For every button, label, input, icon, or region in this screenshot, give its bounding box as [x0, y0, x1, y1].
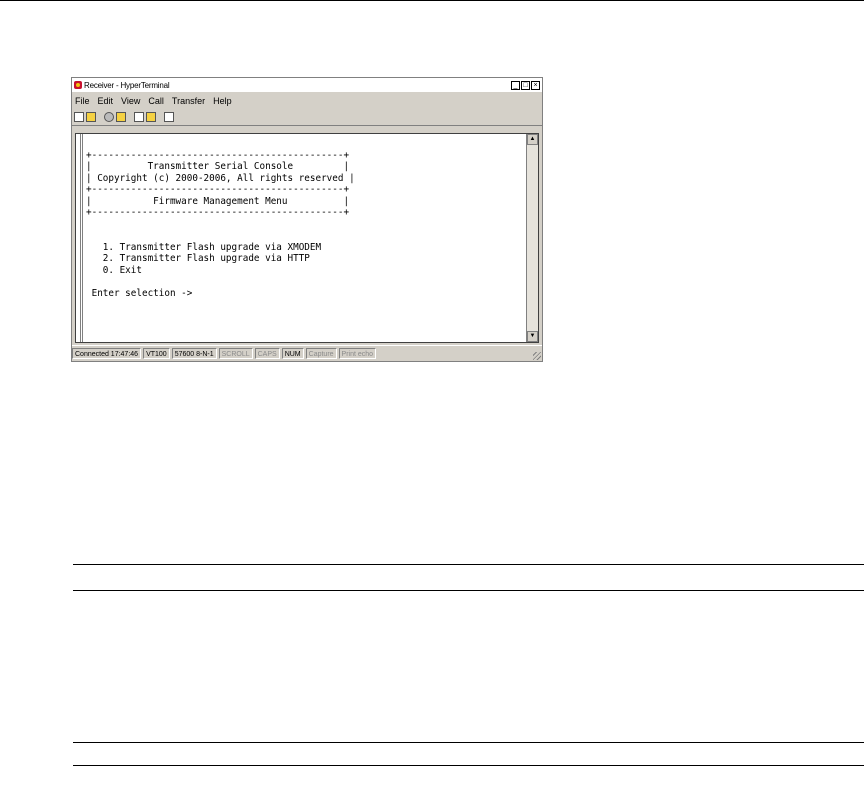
- terminal-pane[interactable]: +---------------------------------------…: [75, 133, 539, 343]
- divider-rule: [73, 564, 864, 565]
- resize-grip-icon[interactable]: [533, 352, 541, 360]
- toolbar: [72, 109, 542, 126]
- status-print-echo: Print echo: [338, 348, 377, 359]
- maximize-button[interactable]: □: [521, 80, 530, 90]
- terminal-line: +---------------------------------------…: [86, 149, 350, 161]
- divider-rule: [73, 742, 864, 743]
- page-top-rule: [0, 0, 864, 1]
- terminal-line: ​: [86, 219, 524, 231]
- status-emulation: VT100: [143, 348, 170, 359]
- status-num: NUM: [281, 348, 304, 359]
- menu-view[interactable]: View: [117, 96, 144, 106]
- menu-transfer[interactable]: Transfer: [168, 96, 209, 106]
- terminal-line: +---------------------------------------…: [86, 207, 350, 218]
- vertical-scrollbar[interactable]: ▲ ▼: [526, 134, 538, 342]
- properties-icon[interactable]: [164, 112, 174, 122]
- disconnect-icon[interactable]: [104, 112, 114, 122]
- scroll-down-arrow-icon[interactable]: ▼: [527, 331, 538, 342]
- status-scroll: SCROLL: [218, 348, 253, 359]
- menu-file[interactable]: File: [72, 96, 94, 106]
- divider-rule: [73, 765, 864, 766]
- terminal-line: 2. Transmitter Flash upgrade via HTTP: [86, 253, 310, 264]
- send-icon[interactable]: [134, 112, 144, 122]
- menu-help[interactable]: Help: [209, 96, 236, 106]
- status-bar: Connected 17:47:46 VT100 57600 8-N-1 SCR…: [72, 345, 542, 361]
- status-connected: Connected 17:47:46: [72, 348, 142, 359]
- divider-rule: [73, 590, 864, 591]
- call-icon[interactable]: [116, 112, 126, 122]
- terminal-output[interactable]: +---------------------------------------…: [86, 138, 524, 340]
- scroll-up-arrow-icon[interactable]: ▲: [527, 134, 538, 145]
- menu-call[interactable]: Call: [144, 96, 168, 106]
- terminal-line: ​: [86, 276, 524, 288]
- title-bar[interactable]: Receiver - HyperTerminal _ □ ×: [72, 78, 542, 92]
- menu-edit[interactable]: Edit: [94, 96, 118, 106]
- status-caps: CAPS: [254, 348, 280, 359]
- terminal-line: 0. Exit: [86, 264, 142, 276]
- hyperterminal-window: Receiver - HyperTerminal _ □ × File Edit…: [71, 77, 543, 362]
- status-capture: Capture: [305, 348, 337, 359]
- status-port-settings: 57600 8-N-1: [171, 348, 217, 359]
- open-icon[interactable]: [86, 112, 96, 122]
- hyperterminal-app-icon: [74, 81, 82, 89]
- new-icon[interactable]: [74, 112, 84, 122]
- terminal-line: ​: [86, 230, 524, 242]
- terminal-line: | Copyright (c) 2000-2006, All rights re…: [86, 172, 355, 184]
- terminal-line: +---------------------------------------…: [86, 184, 350, 195]
- receive-icon[interactable]: [146, 112, 156, 122]
- window-title: Receiver - HyperTerminal: [84, 80, 170, 90]
- terminal-line: 1. Transmitter Flash upgrade via XMODEM: [86, 241, 322, 253]
- terminal-line: | Transmitter Serial Console |: [86, 161, 350, 172]
- terminal-line: | Firmware Management Menu |: [86, 195, 350, 207]
- minimize-button[interactable]: _: [511, 80, 520, 90]
- menu-bar: File Edit View Call Transfer Help: [72, 93, 542, 108]
- terminal-line: Enter selection ->: [86, 287, 193, 299]
- close-button[interactable]: ×: [531, 80, 540, 90]
